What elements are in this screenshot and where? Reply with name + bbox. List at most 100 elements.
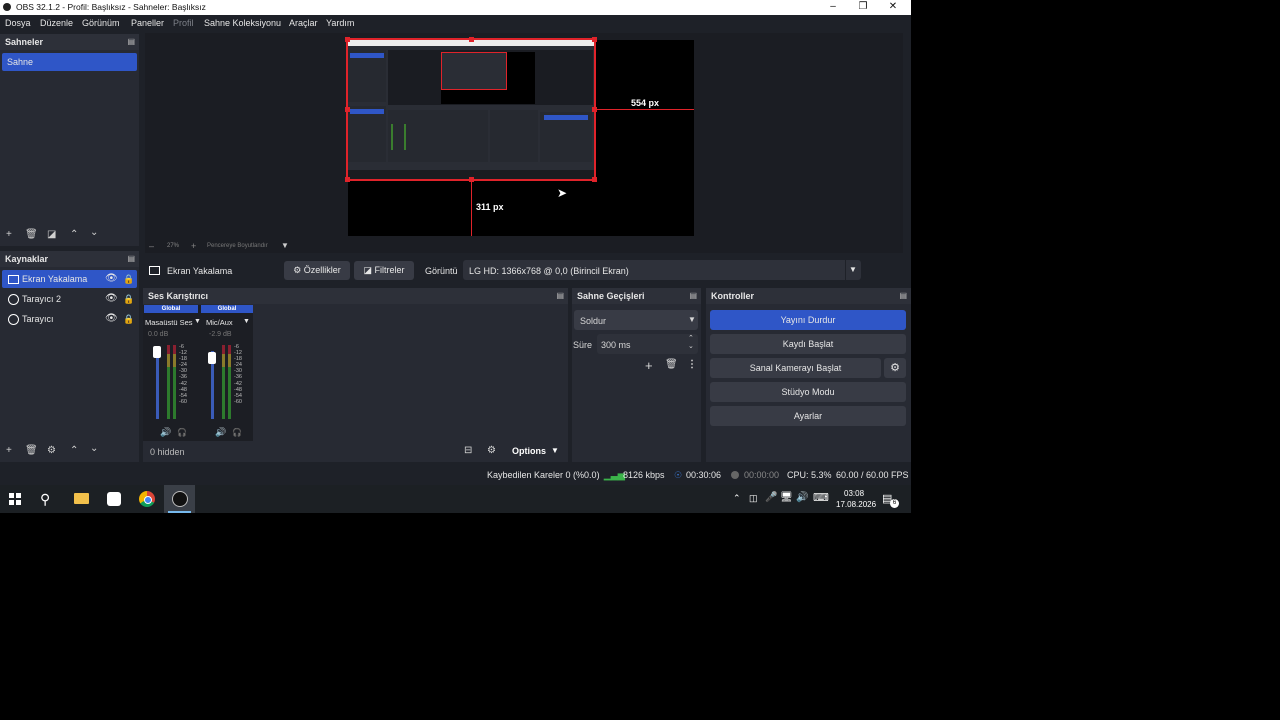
search-icon[interactable]: ⚲ xyxy=(40,491,56,507)
resize-handle[interactable] xyxy=(345,177,350,182)
lock-icon[interactable]: 🔒 xyxy=(123,310,134,328)
properties-label: Özellikler xyxy=(303,265,341,275)
speaker-icon[interactable]: 🔊 xyxy=(215,427,226,438)
minimize-button[interactable]: – xyxy=(818,0,848,15)
duration-input[interactable]: 300 ms ⌃ ⌄ xyxy=(597,334,698,354)
scale-tick: -42 xyxy=(234,380,242,387)
visibility-eye-icon[interactable]: 👁 xyxy=(105,310,118,328)
zoom-dropdown-icon[interactable]: ▼ xyxy=(281,241,289,250)
move-up-icon[interactable]: ⌃ xyxy=(70,229,78,240)
settings-button[interactable]: Ayarlar xyxy=(710,406,906,426)
preview-canvas[interactable]: 554 px 311 px xyxy=(345,37,694,236)
menu-file[interactable]: Dosya xyxy=(5,18,31,28)
source-item[interactable]: Ekran Yakalama 👁 🔒 xyxy=(2,270,137,288)
dock-float-icon[interactable]: ▤ xyxy=(127,37,135,46)
thumb-button xyxy=(544,115,588,120)
visibility-eye-icon[interactable]: 👁 xyxy=(105,290,118,308)
clock-time[interactable]: 03:08 xyxy=(844,489,864,498)
capcut-icon[interactable] xyxy=(107,492,121,506)
menu-bar: Dosya Düzenle Görünüm Paneller Profil Sa… xyxy=(0,15,911,32)
move-up-icon[interactable]: ⌃ xyxy=(70,445,78,456)
bottom-distance-label: 311 px xyxy=(476,202,504,212)
mixer-options-button[interactable]: Options ▼ xyxy=(503,442,563,461)
menu-tools[interactable]: Araçlar xyxy=(289,18,318,28)
clock-date[interactable]: 17.08.2026 xyxy=(836,500,876,509)
stop-stream-button[interactable]: Yayını Durdur xyxy=(710,310,906,330)
remove-transition-icon[interactable]: 🗑 xyxy=(665,359,678,370)
resize-handle[interactable] xyxy=(345,37,350,42)
dock-float-icon[interactable]: ▤ xyxy=(689,291,697,300)
windows-start-icon[interactable] xyxy=(9,493,21,505)
menu-edit[interactable]: Düzenle xyxy=(40,18,73,28)
filters-button[interactable]: ◪ Filtreler xyxy=(354,261,414,280)
volume-icon[interactable]: 🔊 xyxy=(796,492,808,503)
more-options-icon[interactable]: ⋮ xyxy=(687,359,697,370)
scene-item[interactable]: Sahne xyxy=(2,53,137,71)
display-select[interactable]: LG HD: 1366x768 @ 0,0 (Birincil Ekran) ▼ xyxy=(463,260,861,280)
move-down-icon[interactable]: ⌄ xyxy=(90,227,98,238)
remove-source-icon[interactable]: 🗑 xyxy=(25,445,38,456)
screen-capture-source[interactable] xyxy=(346,38,596,181)
studio-mode-button[interactable]: Stüdyo Modu xyxy=(710,382,906,402)
start-virtual-camera-button[interactable]: Sanal Kamerayı Başlat xyxy=(710,358,881,378)
volume-slider-handle[interactable] xyxy=(208,352,216,364)
notifications-button[interactable]: ▤ 6 xyxy=(882,492,899,508)
virtual-camera-settings-gear-icon[interactable]: ⚙ xyxy=(884,358,906,378)
restore-button[interactable]: ❐ xyxy=(848,0,878,15)
taskbar-obs-active[interactable] xyxy=(164,485,195,513)
headphones-icon[interactable]: 🎧 xyxy=(232,428,242,437)
chevron-down-icon[interactable]: ▼ xyxy=(194,318,201,325)
source-settings-gear-icon[interactable]: ⚙ xyxy=(47,445,56,456)
file-explorer-icon[interactable] xyxy=(74,493,89,504)
thumb-sources xyxy=(348,106,386,162)
zoom-mode[interactable]: Pencereye Boyutlandır xyxy=(207,243,268,249)
chevron-down-icon[interactable]: ▼ xyxy=(243,318,250,325)
add-scene-icon[interactable]: + xyxy=(6,229,12,240)
network-icon[interactable]: 🖥 xyxy=(780,492,793,503)
dock-float-icon[interactable]: ▤ xyxy=(127,254,135,263)
chevron-down-icon[interactable]: ⌄ xyxy=(688,342,694,350)
properties-button[interactable]: ⚙ Özellikler xyxy=(284,261,350,280)
tray-chevron-up-icon[interactable]: ⌃ xyxy=(733,493,741,504)
visibility-eye-icon[interactable]: 👁 xyxy=(105,270,118,288)
transition-select[interactable]: Soldur ▼ xyxy=(574,310,698,330)
keyboard-icon[interactable]: ⌨ xyxy=(813,491,829,504)
chevron-up-icon[interactable]: ⌃ xyxy=(688,334,694,342)
scene-filters-icon[interactable]: ◪ xyxy=(47,229,56,240)
add-source-icon[interactable]: + xyxy=(6,445,12,456)
menu-view[interactable]: Görünüm xyxy=(82,18,120,28)
remove-scene-icon[interactable]: 🗑 xyxy=(25,229,38,240)
source-item[interactable]: Tarayıcı 👁 🔒 xyxy=(2,310,137,328)
resize-handle[interactable] xyxy=(592,177,597,182)
headphones-icon[interactable]: 🎧 xyxy=(177,428,187,437)
zoom-in-icon[interactable]: + xyxy=(191,241,196,251)
close-button[interactable]: ✕ xyxy=(878,0,908,15)
lock-icon[interactable]: 🔒 xyxy=(123,290,134,308)
dock-float-icon[interactable]: ▤ xyxy=(556,291,564,300)
dock-float-icon[interactable]: ▤ xyxy=(899,291,907,300)
volume-slider-handle[interactable] xyxy=(153,346,161,358)
menu-docks[interactable]: Paneller xyxy=(131,18,164,28)
zoom-out-icon[interactable]: – xyxy=(149,241,154,251)
resize-handle[interactable] xyxy=(592,37,597,42)
cpu-usage: CPU: 5.3% xyxy=(787,470,832,480)
resize-handle[interactable] xyxy=(345,107,350,112)
move-down-icon[interactable]: ⌄ xyxy=(90,443,98,454)
menu-scene-collection[interactable]: Sahne Koleksiyonu xyxy=(204,18,281,28)
tray-app-icon[interactable]: ◫ xyxy=(749,493,758,504)
source-item[interactable]: Tarayıcı 2 👁 🔒 xyxy=(2,290,137,308)
speaker-icon[interactable]: 🔊 xyxy=(160,427,171,438)
menu-profile[interactable]: Profil xyxy=(173,18,194,28)
chrome-icon[interactable] xyxy=(139,491,155,507)
advanced-audio-icon[interactable]: ⚙ xyxy=(487,445,496,456)
notification-count: 6 xyxy=(890,499,899,508)
menu-help[interactable]: Yardım xyxy=(326,18,354,28)
microphone-icon[interactable]: 🎤 xyxy=(765,492,777,503)
chevron-down-icon: ▼ xyxy=(849,265,857,274)
resize-handle[interactable] xyxy=(469,37,474,42)
layout-toggle-icon[interactable]: ⊟ xyxy=(464,445,472,456)
add-transition-icon[interactable]: + xyxy=(645,358,653,373)
lock-icon[interactable]: 🔒 xyxy=(123,270,134,288)
bitrate: 8126 kbps xyxy=(623,470,665,480)
start-recording-button[interactable]: Kaydı Başlat xyxy=(710,334,906,354)
